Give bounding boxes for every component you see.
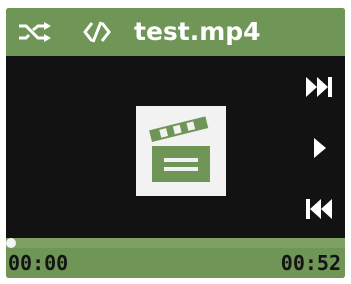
file-title: test.mp4	[134, 17, 261, 46]
repeat-icon[interactable]	[78, 19, 116, 45]
shuffle-icon[interactable]	[16, 19, 54, 45]
play-button[interactable]	[302, 134, 336, 162]
title-bar: test.mp4	[6, 8, 345, 56]
play-icon	[314, 138, 326, 158]
video-clapperboard-icon	[136, 106, 226, 196]
time-bar: 00:00 00:52	[6, 248, 345, 278]
next-track-icon	[306, 77, 332, 97]
next-track-button[interactable]	[302, 73, 336, 101]
elapsed-time: 00:00	[8, 251, 69, 275]
total-duration: 00:52	[280, 251, 341, 275]
previous-track-button[interactable]	[302, 195, 336, 223]
progress-knob[interactable]	[6, 238, 16, 248]
media-player-screen: test.mp4 00:00 00:52	[6, 8, 345, 278]
progress-bar[interactable]	[6, 238, 345, 248]
previous-track-icon	[306, 199, 332, 219]
